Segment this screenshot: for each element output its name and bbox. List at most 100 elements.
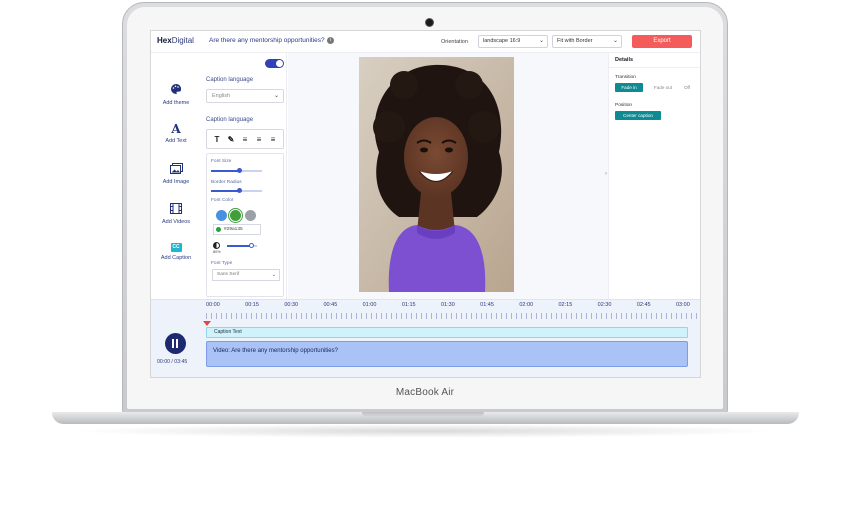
align-right-icon[interactable]: ≡	[268, 135, 278, 144]
tick-label: 00:00	[206, 302, 220, 308]
font-type-value: Sans Serif	[217, 272, 240, 277]
camera-icon	[425, 18, 434, 27]
video-frame-image	[359, 57, 514, 292]
palette-icon	[151, 83, 201, 97]
slider-knob[interactable]	[237, 188, 242, 193]
text-format-toolbar: T ✎ ≡ ≡ ≡	[206, 129, 284, 149]
pen-icon[interactable]: ✎	[226, 135, 236, 144]
tick-label: 02:30	[597, 302, 612, 308]
caption-style-box: Font Size Border Radius Font Color #29a1…	[206, 153, 284, 297]
orientation-label: Orientation	[441, 39, 468, 45]
color-swatch-green[interactable]	[230, 210, 241, 221]
app-logo[interactable]: HexDigital	[157, 36, 194, 45]
font-color-label: Font Color	[211, 198, 234, 203]
caption-track[interactable]: Caption Text	[206, 327, 688, 338]
pause-button[interactable]	[165, 333, 186, 354]
slider-knob[interactable]	[249, 243, 254, 248]
rail-add-image[interactable]: Add Image	[151, 163, 201, 185]
tick-label: 02:15	[558, 302, 573, 308]
opacity-value: 80%	[213, 250, 221, 254]
hex-color-input[interactable]: #29a135	[213, 224, 261, 235]
export-button[interactable]: Export	[632, 35, 692, 48]
playback-controls: 00:00 / 03:45	[151, 300, 203, 377]
tick-label: 03:00	[676, 302, 690, 308]
text-tool-icon[interactable]: T	[212, 135, 222, 144]
tick-label: 02:45	[636, 302, 651, 308]
tick-label: 01:45	[480, 302, 494, 308]
project-title[interactable]: Are there any mentorship opportunities?	[209, 37, 325, 44]
text-icon: A	[171, 122, 181, 136]
hex-color-value: #29a135	[224, 227, 243, 232]
chevron-down-icon: ⌄	[612, 38, 618, 44]
video-track[interactable]: Video: Are there any mentorship opportun…	[206, 341, 688, 367]
fit-value: Fit with Border	[557, 38, 593, 44]
caption-style-label: Caption language	[206, 117, 254, 123]
slider-fill	[211, 170, 240, 172]
position-label: Position	[615, 103, 633, 108]
rail-add-caption[interactable]: CC Add Caption	[151, 243, 201, 261]
rail-add-videos[interactable]: Add Videos	[151, 203, 201, 225]
rail-add-text[interactable]: A Add Text	[151, 123, 201, 144]
rail-label: Add theme	[162, 100, 190, 106]
transition-fade-out[interactable]: Fade out	[649, 83, 677, 92]
transition-label: Transition	[615, 75, 636, 80]
chevron-down-icon: ⌄	[271, 272, 276, 278]
chevron-right-icon[interactable]: ›	[605, 171, 607, 177]
border-radius-label: Border Radius	[211, 180, 242, 185]
font-size-slider[interactable]	[211, 168, 262, 173]
tick-label: 01:00	[362, 302, 377, 308]
caption-language-value: English	[212, 93, 231, 99]
orientation-select[interactable]: landscape 16:9 ⌄	[478, 35, 548, 48]
caption-language-label: Caption language	[206, 77, 254, 83]
slider-fill	[227, 245, 251, 247]
tick-label: 02:00	[519, 302, 534, 308]
font-type-label: Font Type	[211, 261, 233, 266]
tick-label: 00:30	[284, 302, 299, 308]
ruler-ticks	[206, 313, 698, 319]
timeline: 00:00 / 03:45 00:00 00:15 00:30 00:45 01…	[151, 299, 700, 377]
image-icon	[151, 163, 201, 176]
align-center-icon[interactable]: ≡	[254, 135, 264, 144]
fit-select[interactable]: Fit with Border ⌄	[552, 35, 622, 48]
rail-label: Add Caption	[160, 255, 192, 261]
tick-label: 01:30	[441, 302, 455, 308]
caption-toggle[interactable]	[265, 59, 284, 68]
font-size-label: Font Size	[211, 159, 232, 164]
position-center-caption[interactable]: Center caption	[615, 111, 661, 120]
tool-rail: Add theme A Add Text Add Image Add Video…	[151, 53, 201, 299]
align-left-icon[interactable]: ≡	[240, 135, 250, 144]
tick-label: 00:45	[323, 302, 338, 308]
slider-fill	[211, 190, 240, 192]
video-preview[interactable]	[359, 57, 514, 292]
rail-label: Add Videos	[161, 219, 191, 225]
border-radius-slider[interactable]	[211, 188, 262, 193]
time-readout: 00:00 / 03:45	[157, 359, 188, 365]
rail-add-theme[interactable]: Add theme	[151, 83, 201, 106]
orientation-value: landscape 16:9	[483, 38, 521, 44]
cc-icon: CC	[170, 243, 182, 252]
logo-rest-text: Digital	[171, 36, 194, 45]
logo-bold-text: Hex	[157, 36, 172, 45]
laptop-shadow	[70, 424, 780, 438]
caption-panel: Caption language English ⌄ Caption langu…	[201, 53, 287, 299]
timeline-ruler[interactable]: 00:00 00:15 00:30 00:45 01:00 01:15 01:3…	[206, 302, 698, 319]
color-swatch-blue[interactable]	[216, 210, 227, 221]
app-screen: HexDigital Are there any mentorship oppo…	[150, 30, 701, 378]
caption-language-select[interactable]: English ⌄	[206, 89, 284, 103]
opacity-slider[interactable]	[227, 243, 257, 248]
rail-label: Add Image	[162, 179, 190, 185]
slider-knob[interactable]	[237, 168, 242, 173]
film-icon	[151, 203, 201, 216]
font-type-select[interactable]: Sans Serif ⌄	[212, 269, 280, 281]
playhead[interactable]	[203, 321, 211, 326]
color-swatch-gray[interactable]	[245, 210, 256, 221]
chevron-down-icon: ⌄	[273, 93, 279, 99]
rail-label: Add Text	[165, 138, 187, 144]
info-icon[interactable]: i	[327, 37, 334, 44]
opacity-icon	[213, 242, 220, 249]
transition-fade-in[interactable]: Fade in	[615, 83, 643, 92]
tick-label: 01:15	[401, 302, 416, 308]
transition-off[interactable]: Off	[679, 83, 695, 92]
hex-color-dot	[216, 227, 221, 232]
device-label: MacBook Air	[395, 387, 455, 398]
